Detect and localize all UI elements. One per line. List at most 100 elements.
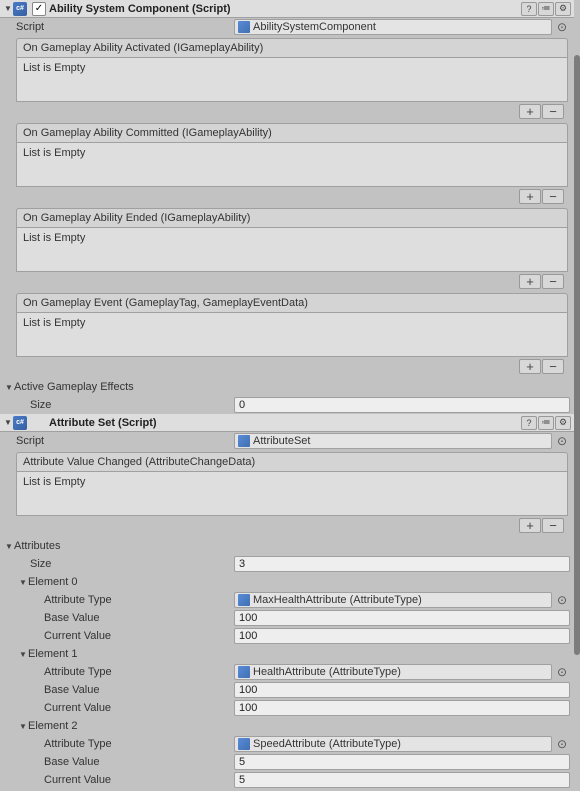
remove-listener-button[interactable]: −	[542, 189, 564, 204]
object-picker-icon[interactable]: ⊙	[554, 592, 570, 608]
object-picker-icon[interactable]: ⊙	[554, 433, 570, 449]
size-input[interactable]: 3	[234, 556, 570, 572]
event-header: On Gameplay Ability Activated (IGameplay…	[16, 38, 568, 58]
component-title: Attribute Set (Script)	[49, 417, 520, 429]
foldout-icon[interactable]	[4, 541, 14, 551]
context-menu-button[interactable]: ⚙	[555, 2, 571, 16]
enable-checkbox[interactable]: ✓	[32, 2, 46, 16]
event-list-body: List is Empty	[16, 472, 568, 516]
event-header: Attribute Value Changed (AttributeChange…	[16, 452, 568, 472]
event-on-ability-committed: On Gameplay Ability Committed (IGameplay…	[16, 123, 568, 205]
current-value-label: Current Value	[16, 702, 234, 714]
base-value-label: Base Value	[16, 684, 234, 696]
attributes-size-row: Size 3	[0, 555, 574, 573]
asset-icon	[238, 738, 250, 750]
base-value-input[interactable]: 100	[234, 610, 570, 626]
preset-button[interactable]: ≔	[538, 2, 554, 16]
base-value-input[interactable]: 5	[234, 754, 570, 770]
foldout-icon[interactable]	[18, 721, 28, 731]
current-value-label: Current Value	[16, 774, 234, 786]
add-listener-button[interactable]: +	[519, 518, 541, 533]
active-effects-size-row: Size 0	[0, 396, 574, 414]
remove-listener-button[interactable]: −	[542, 518, 564, 533]
script-value: AttributeSet	[253, 435, 548, 447]
add-listener-button[interactable]: +	[519, 189, 541, 204]
remove-listener-button[interactable]: −	[542, 359, 564, 374]
element-2-row[interactable]: Element 2	[0, 717, 574, 735]
attribute-type-value: MaxHealthAttribute (AttributeType)	[253, 594, 548, 606]
preset-button[interactable]: ≔	[538, 416, 554, 430]
event-header: On Gameplay Ability Ended (IGameplayAbil…	[16, 208, 568, 228]
current-value-row: Current Value 100	[0, 627, 574, 645]
script-field-row: Script AttributeSet ⊙	[0, 432, 574, 450]
current-value-row: Current Value 5	[0, 771, 574, 789]
attribute-type-row: Attribute Type SpeedAttribute (Attribute…	[0, 735, 574, 753]
current-value-input[interactable]: 100	[234, 700, 570, 716]
add-listener-button[interactable]: +	[519, 104, 541, 119]
active-gameplay-effects-row[interactable]: Active Gameplay Effects	[0, 378, 574, 396]
foldout-icon[interactable]	[18, 577, 28, 587]
current-value-row: Current Value 100	[0, 699, 574, 717]
script-value: AbilitySystemComponent	[253, 21, 548, 33]
script-field-row: Script AbilitySystemComponent ⊙	[0, 18, 574, 36]
base-value-row: Base Value 5	[0, 753, 574, 771]
add-listener-button[interactable]: +	[519, 359, 541, 374]
script-asset-icon	[238, 21, 250, 33]
attributes-section-row[interactable]: Attributes	[0, 537, 574, 555]
script-label: Script	[16, 21, 234, 33]
event-on-ability-activated: On Gameplay Ability Activated (IGameplay…	[16, 38, 568, 120]
asset-icon	[238, 594, 250, 606]
event-attribute-value-changed: Attribute Value Changed (AttributeChange…	[16, 452, 568, 534]
base-value-label: Base Value	[16, 756, 234, 768]
script-icon	[13, 416, 27, 430]
base-value-input[interactable]: 100	[234, 682, 570, 698]
base-value-label: Base Value	[16, 612, 234, 624]
script-object-field[interactable]: AttributeSet	[234, 433, 552, 449]
attribute-type-field[interactable]: MaxHealthAttribute (AttributeType)	[234, 592, 552, 608]
asset-icon	[238, 666, 250, 678]
scrollbar-thumb[interactable]	[574, 55, 580, 655]
size-input[interactable]: 0	[234, 397, 570, 413]
context-menu-button[interactable]: ⚙	[555, 416, 571, 430]
object-picker-icon[interactable]: ⊙	[554, 19, 570, 35]
current-value-label: Current Value	[16, 630, 234, 642]
event-list-body: List is Empty	[16, 313, 568, 357]
object-picker-icon[interactable]: ⊙	[554, 664, 570, 680]
attribute-type-value: HealthAttribute (AttributeType)	[253, 666, 548, 678]
event-on-gameplay-event: On Gameplay Event (GameplayTag, Gameplay…	[16, 293, 568, 375]
event-list-body: List is Empty	[16, 58, 568, 102]
component-header-attribute-set[interactable]: Attribute Set (Script) ? ≔ ⚙	[0, 414, 574, 432]
element-0-row[interactable]: Element 0	[0, 573, 574, 591]
remove-listener-button[interactable]: −	[542, 274, 564, 289]
help-button[interactable]: ?	[521, 2, 537, 16]
remove-listener-button[interactable]: −	[542, 104, 564, 119]
element-label: Element 0	[28, 576, 78, 588]
component-header-ability-system[interactable]: ✓ Ability System Component (Script) ? ≔ …	[0, 0, 574, 18]
attribute-type-label: Attribute Type	[16, 594, 234, 606]
vertical-scrollbar[interactable]	[574, 0, 580, 791]
element-1-row[interactable]: Element 1	[0, 645, 574, 663]
event-list-body: List is Empty	[16, 143, 568, 187]
base-value-row: Base Value 100	[0, 609, 574, 627]
foldout-icon[interactable]	[4, 382, 14, 392]
attribute-type-row: Attribute Type HealthAttribute (Attribut…	[0, 663, 574, 681]
size-label: Size	[16, 399, 234, 411]
attribute-type-field[interactable]: HealthAttribute (AttributeType)	[234, 664, 552, 680]
object-picker-icon[interactable]: ⊙	[554, 736, 570, 752]
script-object-field[interactable]: AbilitySystemComponent	[234, 19, 552, 35]
active-effects-label: Active Gameplay Effects	[14, 381, 134, 393]
attributes-label: Attributes	[14, 540, 60, 552]
current-value-input[interactable]: 5	[234, 772, 570, 788]
size-label: Size	[16, 558, 234, 570]
foldout-icon[interactable]	[3, 418, 13, 428]
event-header: On Gameplay Ability Committed (IGameplay…	[16, 123, 568, 143]
current-value-input[interactable]: 100	[234, 628, 570, 644]
help-button[interactable]: ?	[521, 416, 537, 430]
event-header: On Gameplay Event (GameplayTag, Gameplay…	[16, 293, 568, 313]
add-listener-button[interactable]: +	[519, 274, 541, 289]
foldout-icon[interactable]	[3, 4, 13, 14]
component-title: Ability System Component (Script)	[49, 3, 520, 15]
attribute-type-field[interactable]: SpeedAttribute (AttributeType)	[234, 736, 552, 752]
attribute-type-label: Attribute Type	[16, 666, 234, 678]
foldout-icon[interactable]	[18, 649, 28, 659]
